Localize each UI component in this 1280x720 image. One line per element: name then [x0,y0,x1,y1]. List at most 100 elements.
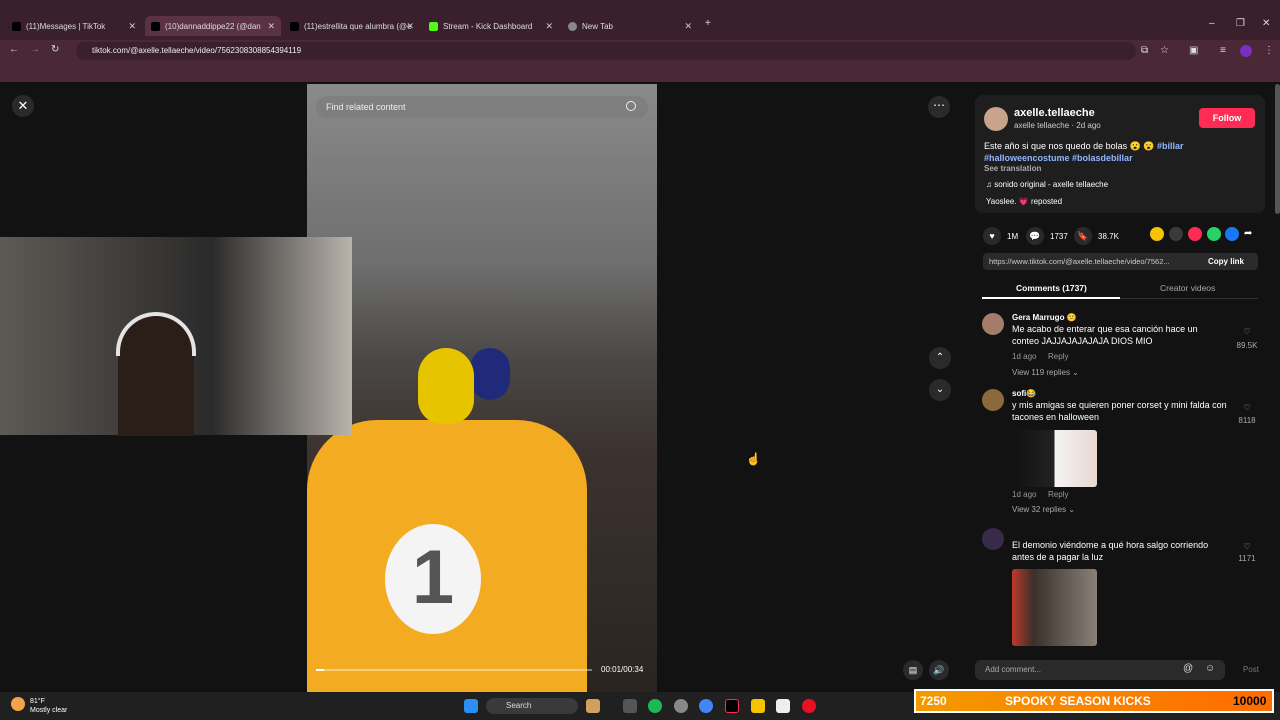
new-tab-button[interactable]: + [705,18,711,29]
hashtag[interactable]: #billar [1157,141,1184,151]
mention-icon[interactable]: @ [1183,663,1193,674]
commenter-name[interactable]: Gera Marrugo 😕 [1012,313,1077,322]
tab-creator-videos[interactable]: Creator videos [1160,283,1215,293]
video-progress-bar[interactable] [316,669,592,671]
volume-icon[interactable]: 🔊 [929,660,949,680]
close-tab-icon[interactable]: ✕ [128,21,136,32]
related-search-input[interactable]: Find related content [316,96,648,118]
view-replies-button[interactable]: View 119 replies ⌄ [1012,368,1079,377]
comment-item: Gera Marrugo 😕 Me acabo de enterar que e… [982,313,1262,383]
facebook-icon[interactable] [1225,227,1239,241]
next-video-icon[interactable]: ⌄ [929,379,951,401]
comment-like-icon[interactable]: ♡ [1232,542,1262,551]
forward-icon[interactable]: → [30,44,40,55]
url-input[interactable]: tiktok.com/@axelle.tellaeche/video/75623… [76,42,1136,60]
taskbar-app-icon[interactable] [586,699,600,713]
billiard-number-badge: 1 [385,524,481,634]
maximize-icon[interactable]: ❐ [1236,18,1245,29]
task-view-icon[interactable] [623,699,637,713]
profile-avatar[interactable] [1240,45,1252,57]
close-tab-icon[interactable]: ✕ [406,21,414,32]
commenter-avatar[interactable] [982,528,1004,550]
file-explorer-icon[interactable] [751,699,765,713]
chrome-icon [568,21,577,31]
more-options-icon[interactable]: ⋯ [928,96,950,118]
commenter-avatar[interactable] [982,389,1004,411]
panel-scrollbar[interactable] [1275,84,1280,214]
commenter-name[interactable]: sofi😂 [1012,389,1036,398]
comment-item: El demonio viéndome a qué hora salgo cor… [982,528,1262,646]
weather-temp: 81°F [30,698,45,705]
hashtag[interactable]: #bolasdebillar [1072,153,1133,163]
comment-time: 1d ago [1012,352,1037,361]
close-tab-icon[interactable]: ✕ [545,21,553,32]
reply-button[interactable]: Reply [1048,352,1068,361]
author-avatar[interactable] [984,107,1008,131]
tab-dannaddippe[interactable]: (10)dannaddippe22 (@dan ✕ [145,16,281,36]
close-tab-icon[interactable]: ✕ [267,21,275,32]
sound-link[interactable]: ♫ sonido original - axelle tellaeche [986,180,1108,189]
search-icon[interactable] [626,101,636,111]
comment-image[interactable] [1012,430,1097,487]
tab-new-tab[interactable]: New Tab ✕ [562,16,698,36]
recording-app-icon[interactable] [802,699,816,713]
save-stat[interactable]: 🔖 38.7K [1074,227,1119,245]
bookmark-star-icon[interactable]: ☆ [1160,45,1169,56]
windows-start-icon[interactable] [464,699,478,713]
install-icon[interactable]: ⧉ [1141,45,1148,56]
heart-icon[interactable]: ♥ [983,227,1001,245]
mouse-cursor: ☝ [746,452,761,466]
weather-widget[interactable]: 81°F Mostly clear [30,697,67,715]
reload-icon[interactable]: ↻ [51,44,59,55]
chrome-icon[interactable] [699,699,713,713]
tab-messages[interactable]: (11)Messages | TikTok ✕ [6,16,142,36]
comment-stat[interactable]: 💬 1737 [1026,227,1068,245]
whatsapp-icon[interactable] [1207,227,1221,241]
reply-button[interactable]: Reply [1048,490,1068,499]
weather-icon[interactable] [11,697,25,711]
commenter-avatar[interactable] [982,313,1004,335]
caption-text: Este año si que nos quedo de bolas 😮 😮 [984,141,1155,151]
menu-kebab-icon[interactable]: ⋮ [1264,45,1274,56]
copy-link-button[interactable]: Copy link [1208,257,1244,266]
post-button[interactable]: Post [1243,665,1259,674]
sidepanel-icon[interactable]: ▣ [1189,45,1198,56]
comment-text: y mis amigas se quieren poner corset y m… [1012,400,1227,422]
comment-like-icon[interactable]: ♡ [1232,403,1262,412]
comment-like-count: 8118 [1238,416,1256,425]
obs-icon[interactable] [674,699,688,713]
emoji-icon[interactable]: ☺ [1205,663,1215,674]
close-window-icon[interactable]: ✕ [1262,18,1270,29]
follow-button[interactable]: Follow [1199,108,1255,128]
previous-video-icon[interactable]: ⌃ [929,347,951,369]
share-arrow-icon[interactable]: ➦ [1244,227,1258,241]
comment-item: sofi😂 y mis amigas se quieren poner cors… [982,389,1262,517]
comment-image[interactable] [1012,569,1097,646]
back-icon[interactable]: ← [9,44,19,55]
close-tab-icon[interactable]: ✕ [684,21,692,32]
see-translation-link[interactable]: See translation [984,164,1041,173]
close-viewer-button[interactable]: ✕ [12,95,34,117]
hashtag[interactable]: #halloweencostume [984,153,1070,163]
author-username[interactable]: axelle.tellaeche [1014,107,1095,119]
send-icon[interactable] [1188,227,1202,241]
miniplayer-icon[interactable]: ▤ [903,660,923,680]
browser-tab-bar: (11)Messages | TikTok ✕ (10)dannaddippe2… [0,0,1280,40]
tab-kick-dashboard[interactable]: Stream - Kick Dashboard ✕ [423,16,559,36]
tiktok-app-icon[interactable] [725,699,739,713]
tab-estrellita[interactable]: (11)estrellita que alumbra (@e ✕ [284,16,420,36]
view-replies-button[interactable]: View 32 replies ⌄ [1012,505,1075,514]
media-icon[interactable]: ≡ [1220,45,1226,56]
tab-comments[interactable]: Comments (1737) [1016,283,1087,293]
comment-icon[interactable]: 💬 [1026,227,1044,245]
like-stat[interactable]: ♥ 1M [983,227,1018,245]
embed-icon[interactable] [1169,227,1183,241]
comment-like-icon[interactable]: ♡ [1232,327,1262,336]
calendar-icon[interactable] [776,699,790,713]
spotify-icon[interactable] [648,699,662,713]
minimize-icon[interactable]: – [1209,18,1215,29]
coin-icon[interactable] [1150,227,1164,241]
bookmark-icon[interactable]: 🔖 [1074,227,1092,245]
tab-label: (10)dannaddippe22 (@dan [165,21,261,31]
taskbar-search[interactable]: Search [486,698,578,714]
